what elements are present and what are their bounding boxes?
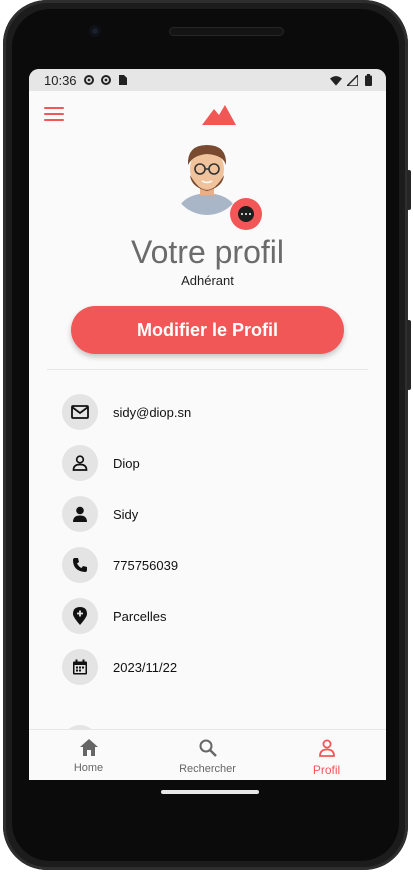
more-options-icon [238, 206, 254, 222]
info-lastname-value: Diop [113, 455, 140, 471]
info-phone-value: 775756039 [113, 557, 179, 573]
person-filled-icon [62, 496, 98, 532]
sim-card-icon [117, 74, 129, 86]
info-row-location[interactable]: Parcelles [62, 598, 362, 634]
menu-button[interactable] [44, 107, 64, 125]
status-bar: 10:36 [29, 69, 386, 91]
edit-profile-button[interactable]: Modifier le Profil [71, 306, 344, 354]
wifi-icon [330, 74, 342, 86]
earpiece-speaker [169, 27, 284, 36]
menu-icon [44, 107, 64, 109]
nav-profile-label: Profil [312, 763, 341, 777]
power-button[interactable] [407, 320, 411, 390]
gesture-home-bar[interactable] [161, 790, 259, 794]
settings-icon [83, 74, 95, 86]
calendar-icon [62, 649, 98, 685]
phone-icon [62, 547, 98, 583]
nav-search-label: Rechercher [179, 763, 236, 775]
page-title: Votre profil [131, 234, 284, 270]
member-role: Adhérant [181, 273, 234, 288]
mail-icon [62, 394, 98, 430]
nav-home[interactable]: Home [29, 730, 148, 780]
volume-button[interactable] [407, 170, 411, 210]
info-firstname-value: Sidy [113, 506, 139, 522]
info-email-value: sidy@diop.sn [113, 404, 192, 420]
nav-profile[interactable]: Profil [267, 730, 386, 780]
battery-icon [362, 74, 374, 86]
app-screen: 10:36 Votre profil Adhérant Modifier le … [29, 69, 386, 780]
person-outline-icon [318, 739, 336, 762]
person-outline-icon [62, 445, 98, 481]
mountains-logo [202, 105, 236, 125]
info-row-phone[interactable]: 775756039 [62, 547, 362, 583]
info-row-date[interactable]: 2023/11/22 [62, 649, 362, 685]
settings-icon [100, 74, 112, 86]
info-row-firstname[interactable]: Sidy [62, 496, 362, 532]
divider [47, 369, 368, 370]
nav-search[interactable]: Rechercher [148, 730, 267, 780]
nav-home-label: Home [73, 762, 104, 774]
home-icon [79, 739, 98, 761]
info-date-value: 2023/11/22 [113, 659, 178, 675]
front-camera [89, 25, 101, 37]
location-pin-icon [62, 598, 98, 634]
info-row-email[interactable]: sidy@diop.sn [62, 394, 362, 430]
info-row-lastname[interactable]: Diop [62, 445, 362, 481]
profile-info-list: sidy@diop.sn Diop Sidy 775756039 Parcell [62, 394, 362, 700]
signal-icon [346, 74, 358, 86]
avatar-options-button[interactable] [230, 198, 262, 230]
info-location-value: Parcelles [113, 608, 167, 624]
search-icon [199, 739, 217, 762]
status-time: 10:36 [44, 72, 77, 88]
bottom-navigation: Home Rechercher Profil [29, 729, 386, 780]
